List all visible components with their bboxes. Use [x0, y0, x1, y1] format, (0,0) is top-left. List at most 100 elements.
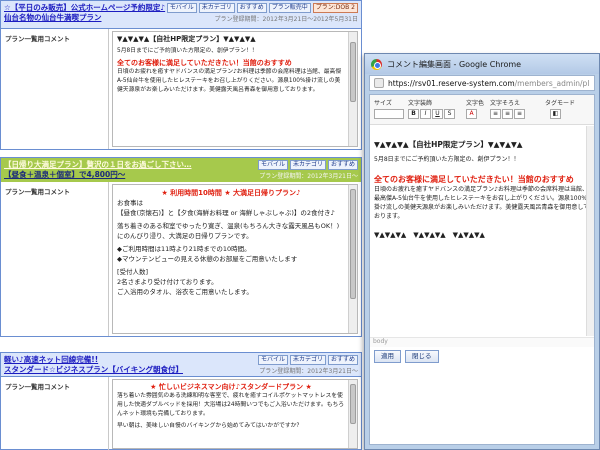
tag-mobile[interactable]: モバイル	[166, 3, 197, 13]
plan-header: 軽い♪高速ネット回線完備!! スタンダード☆ビジネスプラン【バイキング朝食付】 …	[1, 353, 361, 377]
plan-header: 【日帰り大満足プラン】贅沢の１日をお過ごし下さい… 【昼食＋温泉＋個室】で4,8…	[1, 158, 361, 182]
decor-label: 文字装飾	[408, 100, 433, 107]
align-center-icon[interactable]: ≡	[502, 109, 513, 119]
tag-recommended[interactable]: おすすめ	[236, 3, 267, 13]
comment-line: ご入浴用のタオル、浴衣をご用意いたします。	[117, 288, 253, 296]
underline-button[interactable]: U	[432, 109, 443, 119]
plan-header: ☆【平日のみ販売】公式ホームページ予約限定♪ 仙台名物の仙台牛満喫プラン モバイ…	[1, 1, 361, 29]
plan-block-2: 【日帰り大満足プラン】贅沢の１日をお過ごし下さい… 【昼食＋温泉＋個室】で4,8…	[0, 157, 362, 337]
editor-status: body	[370, 337, 594, 347]
comment-body: 落ち着いた雰囲気のある洗練和明な客室で、疲れを癒すコイルポケットマットレスを使用…	[117, 393, 345, 417]
tag-mobile[interactable]: モバイル	[257, 355, 288, 365]
comment-line: [受付人数]	[117, 268, 149, 276]
comment-label: プラン一覧用コメント	[1, 29, 109, 149]
comment-cell: ★ 利用時間10時間 ★ 大満足日帰りプラン♪ お食事は 【昼食(京懐石)】と【…	[109, 182, 361, 336]
comment-line: ◆マウンテンビューの見える休憩のお部屋をご用意いたします	[117, 255, 298, 263]
scroll-thumb[interactable]	[350, 42, 356, 102]
font-size-select[interactable]	[374, 109, 404, 119]
tag-uncategorized[interactable]: 未カテゴリ	[289, 355, 326, 365]
tag-mobile[interactable]: モバイル	[257, 160, 288, 170]
comment-scrollbar[interactable]	[348, 185, 357, 333]
plan-body: プラン一覧用コメント ▼▲▼▲▼▲【自社HP限定プラン】▼▲▼▲▼▲ 5月8日ま…	[1, 29, 361, 149]
scroll-thumb[interactable]	[350, 189, 356, 299]
comment-line: 2名さまより受け付けております。	[117, 278, 218, 286]
editor-body: 日頃のお疲れを癒すヤドバンスの満足プラン♪お料理は季節の会席料理は当館、最高傑A…	[374, 186, 590, 220]
comment-cell: ★ 忙しいビジネスマン向け♪スタンダードプラン ★ 落ち着いた雰囲気のある洗練和…	[109, 377, 361, 450]
comment-box[interactable]: ★ 忙しいビジネスマン向け♪スタンダードプラン ★ 落ち着いた雰囲気のある洗練和…	[112, 379, 358, 449]
comment-line: お食事は	[117, 199, 143, 207]
tag-uncategorized[interactable]: 未カテゴリ	[198, 3, 235, 13]
tag-mode-buttons: ◧	[550, 109, 561, 119]
tag-mode-label: タグモード	[545, 100, 576, 107]
editor-toolbar: サイズ 文字装飾 文字色 文字そろえ タグモード B I U S A ≡ ≡ ≡…	[370, 95, 594, 125]
editor-content[interactable]: ▼▲▼▲▼▲【自社HP限定プラン】▼▲▼▲▼▲ 5月8日までにご予約頂いた方限定…	[370, 126, 594, 336]
plan-block-3: 軽い♪高速ネット回線完備!! スタンダード☆ビジネスプラン【バイキング朝食付】 …	[0, 352, 362, 450]
comment-box[interactable]: ★ 利用時間10時間 ★ 大満足日帰りプラン♪ お食事は 【昼食(京懐石)】と【…	[112, 184, 358, 334]
comment-line: ◆ご利用時間は11時より21時までの10時間。	[117, 245, 251, 253]
plan-tags: モバイル 未カテゴリ おすすめ	[257, 160, 358, 170]
plan-date: プラン登録期間：2012年3月21日～2012年5月31日	[214, 16, 358, 23]
comment-headline: ★ 利用時間10時間 ★ 大満足日帰りプラン♪	[161, 189, 301, 197]
comment-extra: 早い朝は、美味しい自慢のバイキングから始めてみてはいかがですか？	[117, 423, 303, 429]
window-titlebar[interactable]: コメント編集画面 - Google Chrome	[365, 54, 599, 74]
page: ☆【平日のみ販売】公式ホームページ予約限定♪ 仙台名物の仙台牛満喫プラン モバイ…	[0, 0, 600, 450]
strike-button[interactable]: S	[444, 109, 455, 119]
comment-cell: ▼▲▼▲▼▲【自社HP限定プラン】▼▲▼▲▼▲ 5月8日までにご予約頂いた方限定…	[109, 29, 361, 149]
comment-line: ▼▲▼▲▼▲【自社HP限定プラン】▼▲▼▲▼▲	[117, 35, 256, 43]
url-bar[interactable]: https://rsv01.reserve-system.com/members…	[369, 75, 595, 91]
italic-button[interactable]: I	[420, 109, 431, 119]
scroll-thumb[interactable]	[350, 384, 356, 424]
editor-scrollbar[interactable]	[586, 126, 594, 336]
comment-label: プラン一覧用コメント	[1, 182, 109, 336]
align-left-icon[interactable]: ≡	[490, 109, 501, 119]
tag-mode-toggle-icon[interactable]: ◧	[550, 109, 561, 119]
plan-block-1: ☆【平日のみ販売】公式ホームページ予約限定♪ 仙台名物の仙台牛満喫プラン モバイ…	[0, 0, 362, 150]
editor-line: 5月8日までにご予約頂いた方限定の、創伊プラン！！	[374, 156, 520, 163]
plan-title-link[interactable]: 軽い♪高速ネット回線完備!!	[4, 355, 244, 365]
chrome-icon	[371, 58, 382, 70]
tag-recommended[interactable]: おすすめ	[327, 355, 358, 365]
comment-editor-window: コメント編集画面 - Google Chrome https://rsv01.r…	[364, 53, 600, 450]
plan-subtitle-link[interactable]: 【昼食＋温泉＋個室】で4,800円～	[4, 170, 244, 180]
bold-button[interactable]: B	[408, 109, 419, 119]
tag-uncategorized[interactable]: 未カテゴリ	[289, 160, 326, 170]
url-host: https://rsv01.reserve-system.com	[388, 78, 515, 88]
text-color-icon[interactable]: A	[466, 109, 477, 119]
plan-body: プラン一覧用コメント ★ 利用時間10時間 ★ 大満足日帰りプラン♪ お食事は …	[1, 182, 361, 336]
apply-button[interactable]: 適用	[374, 350, 401, 363]
editor-buttons: 適用 閉じる	[374, 350, 439, 363]
close-button[interactable]: 閉じる	[405, 350, 439, 363]
plan-tags: モバイル 未カテゴリ おすすめ	[257, 355, 358, 365]
plan-tags: モバイル 未カテゴリ おすすめ プラン販売中 プラン:DOB 2	[166, 3, 358, 13]
editor-headline: 全てのお客様に満足していただきたい！当館のおすすめ	[374, 175, 574, 184]
size-label: サイズ	[374, 100, 392, 107]
align-label: 文字そろえ	[490, 100, 521, 107]
page-icon	[374, 78, 384, 88]
comment-label: プラン一覧用コメント	[1, 377, 109, 450]
tag-plan-code[interactable]: プラン:DOB 2	[312, 3, 358, 13]
editor-line: ▼▲▼▲▼▲ ▼▲▼▲▼▲ ▼▲▼▲▼▲	[374, 231, 485, 239]
url-path: /members_admin/pl	[514, 78, 590, 88]
plan-subtitle-link[interactable]: 仙台名物の仙台牛満喫プラン	[4, 13, 244, 23]
comment-line: 【昼食(京懐石)】と【夕食(海鮮お料理 or 海鮮しゃぶしゃぶ)】の2食付き♪	[117, 209, 335, 217]
color-buttons: A	[466, 109, 477, 119]
editor-area: サイズ 文字装飾 文字色 文字そろえ タグモード B I U S A ≡ ≡ ≡…	[369, 94, 595, 445]
color-label: 文字色	[466, 100, 485, 107]
tag-on-sale[interactable]: プラン販売中	[268, 3, 311, 13]
tag-recommended[interactable]: おすすめ	[327, 160, 358, 170]
comment-line: 落ち着きのある和室でゆったり寛ぎ、温泉(もちろん大きな露天風呂もOK！)にのんび…	[117, 222, 340, 240]
plan-body: プラン一覧用コメント ★ 忙しいビジネスマン向け♪スタンダードプラン ★ 落ち着…	[1, 377, 361, 450]
align-right-icon[interactable]: ≡	[514, 109, 525, 119]
comment-scrollbar[interactable]	[348, 380, 357, 448]
comment-box[interactable]: ▼▲▼▲▼▲【自社HP限定プラン】▼▲▼▲▼▲ 5月8日までにご予約頂いた方限定…	[112, 31, 358, 147]
comment-headline: ★ 忙しいビジネスマン向け♪スタンダードプラン ★	[150, 383, 312, 391]
plan-date: プラン登録期間：2012年3月21日～	[259, 368, 358, 375]
align-buttons: ≡ ≡ ≡	[490, 109, 525, 119]
comment-headline: 全てのお客様に満足していただきたい！当館のおすすめ	[117, 59, 292, 67]
comment-scrollbar[interactable]	[348, 32, 357, 146]
window-title: コメント編集画面 - Google Chrome	[387, 59, 522, 69]
comment-line: 5月8日までにご予約頂いた方限定の、創伊プラン！！	[117, 48, 258, 54]
editor-line: ▼▲▼▲▼▲【自社HP限定プラン】▼▲▼▲▼▲	[374, 140, 523, 149]
plan-subtitle-link[interactable]: スタンダード☆ビジネスプラン【バイキング朝食付】	[4, 365, 244, 375]
plan-title-link[interactable]: 【日帰り大満足プラン】贅沢の１日をお過ごし下さい…	[4, 160, 244, 170]
